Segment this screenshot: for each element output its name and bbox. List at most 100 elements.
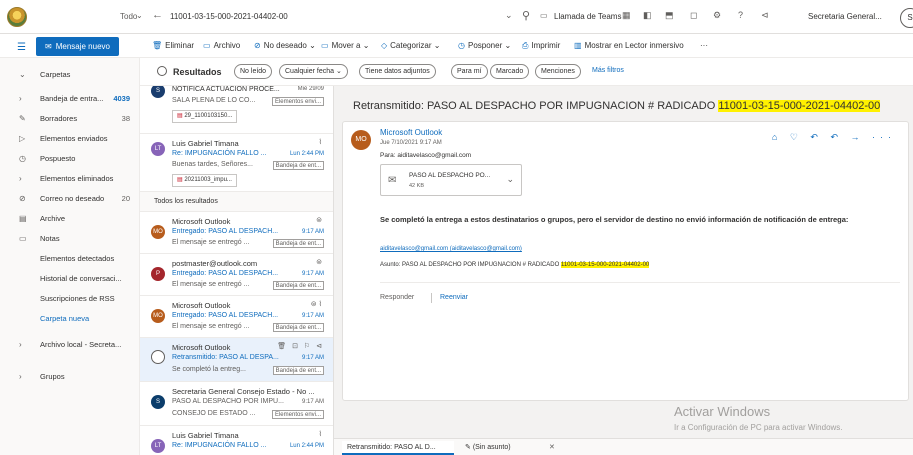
filter-flagged[interactable]: Marcado — [490, 64, 530, 79]
list-item-selected[interactable]: Microsoft Outlook 🗑 ⊡ ⚐ ⊲ Retransmitido:… — [140, 338, 333, 382]
user-name[interactable]: Secretaria General... — [808, 12, 882, 21]
chevron-right-icon: › — [19, 93, 22, 103]
new-mail-button[interactable]: ✉ Mensaje nuevo — [36, 37, 119, 56]
attachment-size: 42 KB — [409, 183, 424, 189]
new-folder-link[interactable]: Carpeta nueva — [0, 308, 140, 328]
folder-drafts[interactable]: ✎ Borradores 38 — [0, 108, 140, 128]
block-icon: ⊘ — [19, 193, 26, 203]
tab-sin-asunto[interactable]: ✎ (Sin asunto) — [460, 441, 516, 455]
chevron-down-icon[interactable]: ⌄ — [136, 11, 143, 20]
folder-sent[interactable]: ▷ Elementos enviados — [0, 128, 140, 148]
printer-icon: ⎙ — [522, 41, 529, 50]
close-icon[interactable]: ✕ — [544, 441, 560, 455]
list-item[interactable]: MO Microsoft Outlook ⊜⌇ Entregado: PASO … — [140, 296, 333, 338]
filter-to-me[interactable]: Para mí — [451, 64, 488, 79]
subject-highlight: 11001-03-15-000-2021-04402-00 — [718, 100, 881, 112]
avatar: S — [151, 395, 165, 409]
select-all-icon[interactable] — [157, 66, 167, 76]
receipt-attachment-icon: ⊜⌇ — [310, 301, 324, 308]
junk-button[interactable]: ⊘ No deseado ⌄ — [254, 41, 316, 50]
attachment-chip[interactable]: 29_1100103150... — [172, 110, 238, 123]
folder-conversation-history[interactable]: Historial de conversaci... — [0, 268, 140, 288]
tab-retransmitido[interactable]: Retransmitido: PASO AL D... — [342, 441, 454, 455]
windows-activation-title: Activar Windows — [674, 404, 771, 419]
windows-activation-text: Ir a Configuración de PC para activar Wi… — [674, 423, 843, 432]
list-item[interactable]: S NOTIFICA ACTUACION PROCE... Mié 29/09 … — [140, 86, 333, 134]
message-date: Jue 7/10/2021 9:17 AM — [380, 140, 442, 146]
draft-tabs: Retransmitido: PASO AL D... ✎ (Sin asunt… — [334, 438, 913, 455]
divider — [380, 282, 900, 283]
list-item[interactable]: LT Luis Gabriel Timana ⌇ Re: IMPUGNACIÓN… — [140, 426, 333, 455]
list-item[interactable]: S Secretaria General Consejo Estado - No… — [140, 382, 333, 426]
feedback-icon[interactable]: ⬒ — [665, 10, 674, 21]
list-item[interactable]: LT Luis Gabriel Timana ⌇ Re: IMPUGNACIÓN… — [140, 134, 333, 192]
delete-button[interactable]: 🗑 Eliminar — [152, 41, 194, 50]
folder-inbox[interactable]: › Bandeja de entra... 4039 — [0, 88, 140, 108]
folder-pane: ⌄ Carpetas › Bandeja de entra... 4039 ✎ … — [0, 58, 140, 455]
immersive-reader-button[interactable]: ▥ Mostrar en Lector inmersivo — [574, 41, 684, 50]
top-bar: Todo ⌄ ← 11001-03-15-000-2021-04402-00 ⌄… — [0, 0, 913, 34]
gear-icon[interactable]: ⚙ — [713, 10, 721, 21]
bell-icon[interactable]: ◻ — [690, 10, 697, 21]
more-filters-link[interactable]: Más filtros — [592, 67, 624, 74]
avatar: S — [151, 86, 165, 98]
asunto-line: Asunto: PASO AL DESPACHO POR IMPUGNACION… — [380, 262, 650, 268]
folder-junk[interactable]: ⊘ Correo no deseado 20 — [0, 188, 140, 208]
list-item[interactable]: MO Microsoft Outlook ⊜ Entregado: PASO A… — [140, 212, 333, 254]
attachment-card[interactable]: ✉ PASO AL DESPACHO PO... 42 KB ⌄ — [380, 164, 522, 196]
select-radio-icon[interactable] — [151, 350, 165, 364]
search-icon[interactable]: ⚲ — [522, 9, 530, 22]
search-scope-dropdown[interactable]: Todo — [120, 12, 137, 21]
trash-icon: 🗑 — [152, 41, 163, 50]
more-commands-button[interactable]: ··· — [700, 41, 708, 50]
archive-button[interactable]: ▭ Archivo — [203, 41, 240, 50]
organization-logo — [7, 6, 27, 27]
folder-detected[interactable]: Elementos detectados — [0, 248, 140, 268]
print-button[interactable]: ⎙ Imprimir — [522, 41, 560, 51]
video-call-icon[interactable]: ▭ — [540, 11, 548, 20]
help-icon[interactable]: ? — [738, 10, 743, 20]
paperclip-icon: ⌇ — [318, 431, 324, 438]
forward-button[interactable]: Reenviar — [440, 294, 468, 301]
folder-rss[interactable]: Suscripciones de RSS — [0, 288, 140, 308]
chevron-right-icon: › — [19, 173, 22, 183]
tag-icon: ◇ — [381, 41, 388, 50]
quick-actions-icon[interactable]: 🗑 ⊡ ⚐ ⊲ — [277, 342, 324, 350]
calendar-icon[interactable]: ▦ — [622, 10, 631, 21]
receipt-icon: ⊜ — [316, 217, 324, 224]
search-input[interactable]: 11001-03-15-000-2021-04402-00 — [170, 12, 288, 21]
snooze-button[interactable]: ◷ Posponer ⌄ — [458, 41, 511, 50]
categorize-button[interactable]: ◇ Categorizar ⌄ — [381, 41, 440, 50]
envelope-icon: ✉ — [388, 175, 397, 186]
folder-deleted[interactable]: › Elementos eliminados — [0, 168, 140, 188]
search-options-chevron-icon[interactable]: ⌄ — [505, 10, 513, 21]
local-archive-group[interactable]: › Archivo local - Secreta... — [0, 334, 140, 354]
chevron-down-icon[interactable]: ⌄ — [506, 174, 514, 185]
move-to-button[interactable]: ▭ Mover a ⌄ — [321, 41, 369, 50]
folder-archive[interactable]: ▤ Archive — [0, 208, 140, 228]
folders-header[interactable]: ⌄ Carpetas — [0, 64, 140, 84]
sender-name[interactable]: Microsoft Outlook — [380, 128, 442, 137]
hamburger-menu-icon[interactable]: ☰ — [17, 42, 26, 53]
folder-notes[interactable]: ▭ Notas — [0, 228, 140, 248]
results-filter-bar: Resultados No leído Cualquier fecha ⌄ Ti… — [140, 58, 913, 86]
message-subject: Retransmitido: PASO AL DESPACHO POR IMPU… — [353, 100, 881, 112]
word-icon[interactable]: ◧ — [643, 10, 652, 21]
filter-attachments[interactable]: Tiene datos adjuntos — [359, 64, 436, 79]
attachment-name: PASO AL DESPACHO PO... — [409, 172, 491, 179]
attachment-chip[interactable]: 20211003_impu... — [172, 174, 237, 187]
groups-section[interactable]: › Grupos — [0, 366, 140, 386]
avatar[interactable]: S — [900, 8, 913, 28]
back-arrow-icon[interactable]: ← — [152, 9, 163, 21]
megaphone-icon[interactable]: ⊲ — [761, 10, 769, 21]
teams-call-button[interactable]: Llamada de Teams — [554, 12, 621, 21]
filter-unread[interactable]: No leído — [234, 64, 273, 79]
filter-mentions[interactable]: Menciones — [535, 64, 581, 79]
new-mail-label: Mensaje nuevo — [55, 42, 110, 51]
message-actions[interactable]: ⌂ ♡ ↶ ↶ → ··· — [772, 132, 896, 143]
reply-button[interactable]: Responder — [380, 294, 414, 301]
list-item[interactable]: P postmaster@outlook.com ⊜ Entregado: PA… — [140, 254, 333, 296]
filter-date[interactable]: Cualquier fecha ⌄ — [279, 64, 348, 79]
folder-snoozed[interactable]: ◷ Pospuesto — [0, 148, 140, 168]
recipient-link[interactable]: aiditavelasco@gmail.com (aiditavelasco@g… — [380, 246, 522, 252]
